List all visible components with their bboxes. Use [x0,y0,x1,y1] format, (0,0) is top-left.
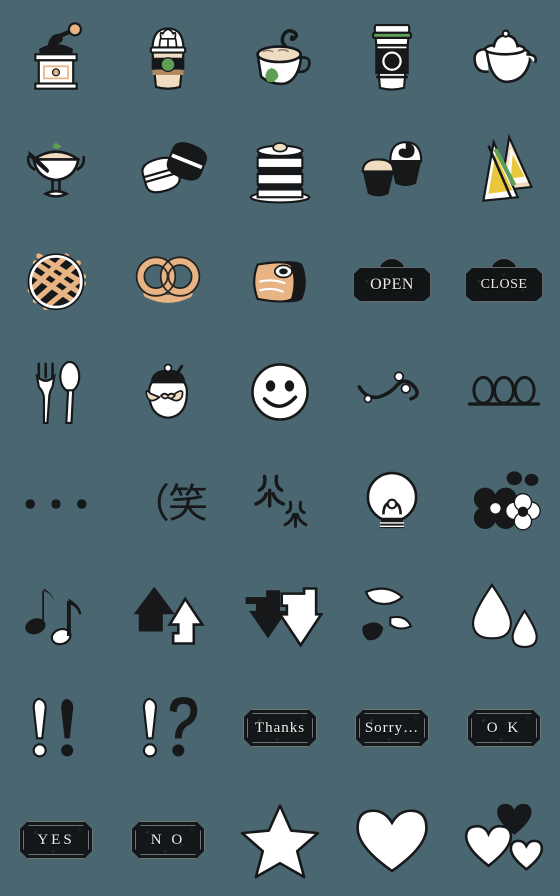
emoji-grid: OPEN CLOSE （笑 Thanks Sorry… O K YES N O [0,0,560,896]
sticker-cell-ellipsis-dots[interactable] [0,448,112,560]
fork-and-spoon-icon [35,360,81,425]
close-sign-label: CLOSE [480,276,528,292]
sticker-cell-petals[interactable] [336,560,448,672]
teapot-icon [473,29,537,84]
sandwich-icon [482,133,534,202]
sticker-cell-ok-sign[interactable]: O K [448,672,560,784]
music-notes-icon [25,588,82,646]
sorry-sign-label: Sorry… [364,719,420,736]
yes-sign-plaque: YES [19,821,93,859]
sticker-cell-lightbulb[interactable] [336,448,448,560]
sticker-cell-interrobang[interactable] [112,672,224,784]
sticker-cell-thanks-sign[interactable]: Thanks [224,672,336,784]
sticker-cell-down-arrows[interactable] [224,560,336,672]
smiley-face-icon [251,363,309,421]
sparkles-icon [254,474,308,528]
sticker-cell-layer-cake[interactable] [224,112,336,224]
sticker-cell-frappuccino-cup[interactable] [112,0,224,112]
sticker-cell-sparkle-swirl[interactable] [336,336,448,448]
sticker-cell-water-drops[interactable] [448,560,560,672]
up-arrows-icon [133,586,205,645]
lattice-pie-icon [27,253,87,311]
layer-cake-icon [249,142,311,204]
ice-cream-sundae-icon [26,143,86,198]
sticker-cell-star[interactable] [224,784,336,896]
bread-roll-icon [253,261,306,303]
sticker-cell-cupcakes[interactable] [336,112,448,224]
sticker-cell-sorry-sign[interactable]: Sorry… [336,672,448,784]
sticker-cell-pretzel[interactable] [112,224,224,336]
sticker-cell-fork-and-spoon[interactable] [0,336,112,448]
sticker-cell-ice-cream-sundae[interactable] [0,112,112,224]
sticker-cell-yes-sign[interactable]: YES [0,784,112,896]
triple-loop-icon [467,375,541,406]
sticker-cell-warai-text[interactable]: （笑 [112,448,224,560]
sticker-cell-no-sign[interactable]: N O [112,784,224,896]
ok-sign-plaque: O K [467,709,541,747]
heart-icon [356,809,428,873]
sticker-cell-heart[interactable] [336,784,448,896]
sorry-sign-plaque: Sorry… [355,709,429,747]
no-sign-plaque: N O [131,821,205,859]
three-hearts-icon [464,803,544,871]
sticker-cell-close-sign[interactable]: CLOSE [448,224,560,336]
thanks-sign-plaque: Thanks [243,709,317,747]
sticker-cell-three-hearts[interactable] [448,784,560,896]
frappuccino-cup-icon [149,27,187,90]
latte-cup-icon [256,29,311,86]
sticker-cell-smiley-face[interactable] [224,336,336,448]
warai-text-label: （笑 [130,481,208,527]
sticker-cell-sandwich[interactable] [448,112,560,224]
sticker-cell-coffee-grinder[interactable] [0,0,112,112]
cupcakes-icon [361,141,423,197]
macarons-icon [141,142,207,194]
sticker-cell-up-arrows[interactable] [112,560,224,672]
ellipsis-dots-icon [25,499,87,509]
sticker-cell-takeaway-coffee-cup[interactable] [336,0,448,112]
sticker-cell-bread-roll[interactable] [224,224,336,336]
close-sign-plaque: CLOSE [465,258,543,302]
pretzel-icon [135,256,201,303]
no-sign-label: N O [150,831,186,848]
sticker-cell-macarons[interactable] [112,112,224,224]
thanks-sign-label: Thanks [254,719,306,736]
water-drops-icon [471,583,538,649]
sticker-cell-latte-cup[interactable] [224,0,336,112]
sticker-cell-open-sign[interactable]: OPEN [336,224,448,336]
sticker-cell-lattice-pie[interactable] [0,224,112,336]
takeaway-coffee-cup-icon [372,23,412,91]
sparkle-swirl-icon [357,371,419,404]
sugar-pot-icon [145,363,188,419]
flowers-icon [473,471,541,531]
sticker-cell-double-exclamation[interactable] [0,672,112,784]
ok-sign-label: O K [486,719,522,736]
coffee-grinder-icon [34,22,83,90]
sticker-cell-flowers[interactable] [448,448,560,560]
open-sign-label: OPEN [370,275,414,293]
sticker-cell-music-notes[interactable] [0,560,112,672]
double-exclamation-icon [32,697,74,758]
down-arrows-icon [245,587,323,648]
sticker-cell-sparkles[interactable] [224,448,336,560]
yes-sign-label: YES [37,831,75,848]
petals-icon [362,587,413,641]
lightbulb-icon [366,471,418,529]
star-icon [240,804,320,879]
interrobang-icon [142,697,198,758]
open-sign-plaque: OPEN [353,258,431,302]
sticker-cell-triple-loop[interactable] [448,336,560,448]
sticker-cell-sugar-pot[interactable] [112,336,224,448]
sticker-cell-teapot[interactable] [448,0,560,112]
